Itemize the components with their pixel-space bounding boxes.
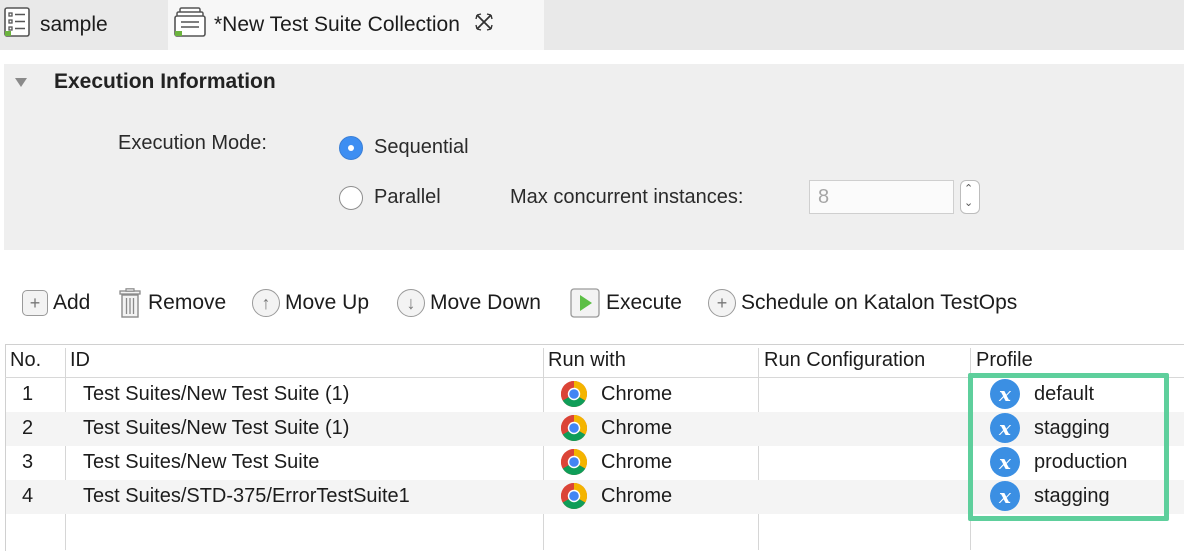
row-number: 3: [22, 450, 34, 473]
remove-button[interactable]: Remove: [118, 286, 226, 320]
move-up-button[interactable]: ↑ Move Up: [252, 286, 369, 320]
run-with-cell[interactable]: Chrome: [560, 377, 672, 411]
execution-mode-label: Execution Mode:: [118, 132, 267, 154]
row-id: Test Suites/New Test Suite: [83, 450, 320, 473]
test-suite-icon: [4, 7, 30, 43]
chrome-icon: [560, 483, 588, 510]
add-button[interactable]: + Add: [22, 286, 90, 320]
browser-label: Chrome: [601, 382, 673, 405]
schedule-button[interactable]: + Schedule on Katalon TestOps: [708, 286, 1017, 320]
browser-label: Chrome: [601, 416, 673, 439]
instances-stepper[interactable]: ⌃ ⌄: [960, 180, 980, 214]
row-id: Test Suites/New Test Suite (1): [83, 416, 350, 439]
section-title: Execution Information: [54, 70, 276, 93]
tab-label: sample: [40, 13, 108, 36]
max-concurrent-instances-input[interactable]: [809, 180, 954, 214]
row-number: 1: [22, 382, 34, 405]
browser-label: Chrome: [601, 450, 673, 473]
test-suite-collection-icon: [174, 7, 206, 43]
column-header-id[interactable]: ID: [70, 344, 90, 377]
move-up-label: Move Up: [285, 291, 370, 314]
plus-icon: +: [22, 290, 48, 316]
column-header-no[interactable]: No.: [10, 344, 41, 377]
tab-label: *New Test Suite Collection: [214, 13, 460, 36]
tab-sample[interactable]: sample: [0, 0, 168, 50]
close-icon[interactable]: [474, 12, 494, 38]
run-with-cell[interactable]: Chrome: [560, 411, 672, 445]
parallel-radio[interactable]: [339, 186, 363, 210]
tab-new-test-suite-collection[interactable]: *New Test Suite Collection: [168, 0, 544, 50]
add-label: Add: [53, 291, 91, 314]
column-header-run-configuration[interactable]: Run Configuration: [764, 344, 925, 377]
sequential-label[interactable]: Sequential: [374, 136, 469, 159]
stepper-up-icon[interactable]: ⌃: [964, 184, 973, 195]
run-with-cell[interactable]: Chrome: [560, 479, 672, 513]
remove-label: Remove: [148, 291, 227, 314]
move-down-label: Move Down: [430, 291, 541, 314]
row-number: 4: [22, 484, 34, 507]
chrome-icon: [560, 415, 588, 442]
row-id: Test Suites/New Test Suite (1): [83, 382, 350, 405]
stepper-down-icon[interactable]: ⌄: [964, 198, 973, 209]
play-icon: [570, 288, 600, 318]
execute-button[interactable]: Execute: [570, 286, 682, 320]
schedule-label: Schedule on Katalon TestOps: [741, 291, 1018, 314]
execute-label: Execute: [606, 291, 682, 314]
profile-highlight-box: [968, 373, 1169, 521]
row-id: Test Suites/STD-375/ErrorTestSuite1: [83, 484, 410, 507]
row-number: 2: [22, 416, 34, 439]
plus-circle-icon: +: [708, 289, 736, 317]
trash-icon: [118, 288, 142, 318]
column-header-run-with[interactable]: Run with: [548, 344, 626, 377]
chrome-icon: [560, 449, 588, 476]
arrow-up-icon: ↑: [252, 289, 280, 317]
max-concurrent-instances-label: Max concurrent instances:: [510, 186, 744, 208]
chrome-icon: [560, 381, 588, 408]
collapse-triangle-icon[interactable]: [15, 78, 27, 87]
browser-label: Chrome: [601, 484, 673, 507]
arrow-down-icon: ↓: [397, 289, 425, 317]
run-with-cell[interactable]: Chrome: [560, 445, 672, 479]
move-down-button[interactable]: ↓ Move Down: [397, 286, 541, 320]
sequential-radio[interactable]: [339, 136, 363, 160]
parallel-label[interactable]: Parallel: [374, 186, 441, 209]
